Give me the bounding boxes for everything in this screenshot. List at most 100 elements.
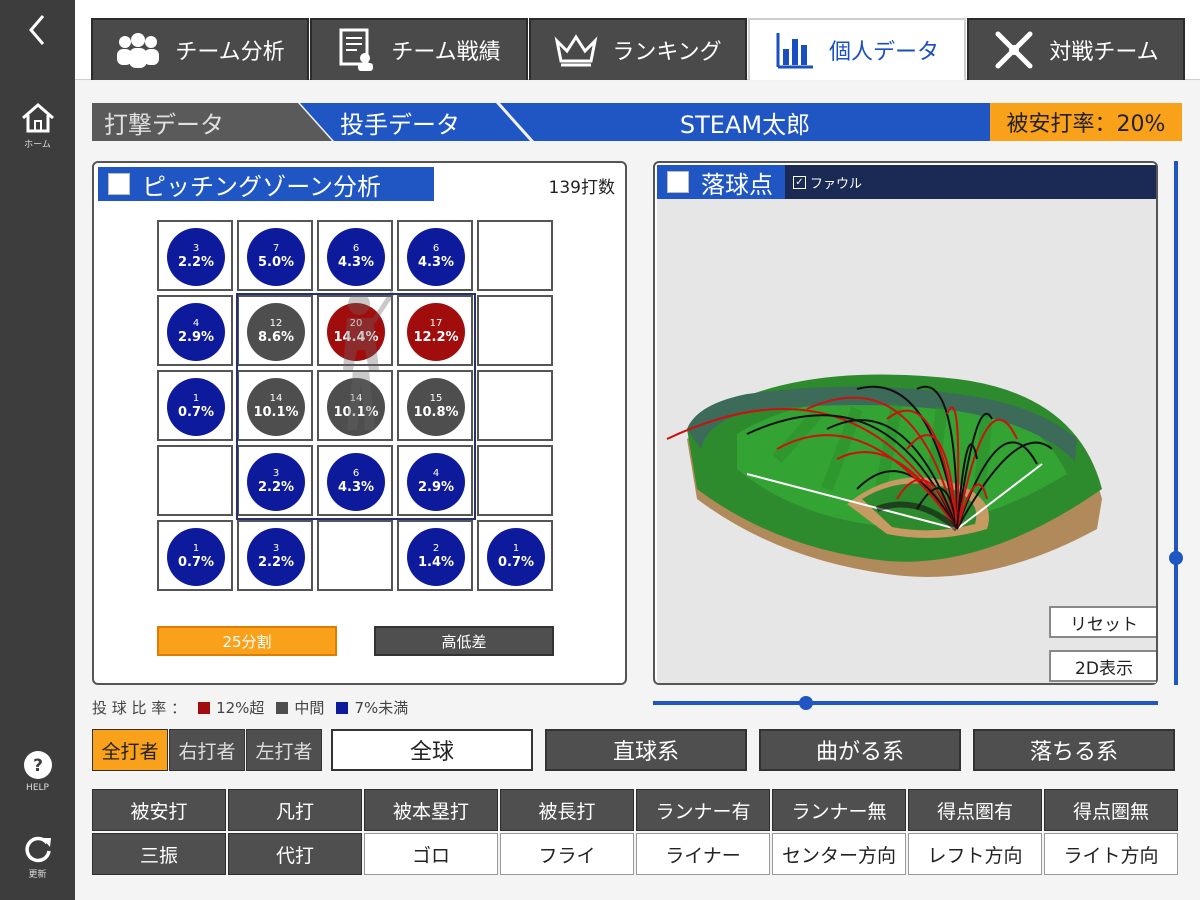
tab-personal-data[interactable]: 個人データ <box>748 18 966 80</box>
zone-cell[interactable]: 6 4.3% <box>317 445 393 516</box>
pitch-fastball-button[interactable]: 直球系 <box>545 729 747 771</box>
pitching-data-tab[interactable]: 投手データ <box>300 103 530 141</box>
result-filter-button[interactable]: 凡打 <box>228 789 362 831</box>
landing-point-label-wrap: 落球点 <box>657 165 785 199</box>
zone-cell[interactable]: 6 4.3% <box>397 220 473 291</box>
landing-point-checkbox[interactable] <box>667 171 689 193</box>
zone-count: 1 <box>192 393 200 404</box>
filter-right-batters[interactable]: 右打者 <box>169 729 245 771</box>
pitch-breaking-button[interactable]: 曲がる系 <box>759 729 961 771</box>
reset-button[interactable]: リセット <box>1049 606 1156 638</box>
tab-opponent-team[interactable]: 対戦チーム <box>967 18 1185 80</box>
result-filter-button[interactable]: センター方向 <box>772 833 906 875</box>
zone-cell[interactable] <box>477 220 553 291</box>
result-filter-button[interactable]: ランナー無 <box>772 789 906 831</box>
back-button[interactable] <box>0 12 75 48</box>
tab-bar: チーム分析 チーム戦績 ランキング 個人データ 対戦チーム <box>75 0 1200 80</box>
filter-all-batters[interactable]: 全打者 <box>92 729 168 771</box>
pitching-zone-panel: ピッチングゾーン分析 139打数 1 0.7% 2 1.4% 3 2.2% 1 0.7% 4 2.… <box>92 161 627 685</box>
filter-left-batters[interactable]: 左打者 <box>246 729 322 771</box>
home-button[interactable]: ホーム <box>0 102 75 150</box>
zone-cell[interactable]: 14 10.1% <box>237 370 313 441</box>
result-filter-button[interactable]: 得点圏有 <box>908 789 1042 831</box>
zone-cell[interactable]: 4 2.9% <box>157 295 233 366</box>
result-filter-button[interactable]: 被本塁打 <box>364 789 498 831</box>
help-button[interactable]: ? HELP <box>0 750 75 793</box>
tab-label: 個人データ <box>828 40 939 65</box>
tab-team-record[interactable]: チーム戦績 <box>310 18 528 80</box>
zone-cell[interactable]: 14 10.1% <box>317 370 393 441</box>
zone-cell[interactable] <box>477 370 553 441</box>
zone-cell[interactable]: 4 2.9% <box>397 445 473 516</box>
foul-toggle[interactable]: ✓ ファウル <box>793 173 862 192</box>
horizontal-slider-handle[interactable] <box>799 696 813 710</box>
help-caption: HELP <box>26 783 49 793</box>
zone-cell[interactable]: 3 2.2% <box>237 445 313 516</box>
zone-count-circle: 2 1.4% <box>407 528 465 586</box>
result-filter-button[interactable]: フライ <box>500 833 634 875</box>
zone-count: 3 <box>272 468 280 479</box>
view-2d-button[interactable]: 2D表示 <box>1049 650 1156 682</box>
result-filter-button[interactable]: ゴロ <box>364 833 498 875</box>
refresh-caption: 更新 <box>28 870 47 880</box>
pitch-dropping-button[interactable]: 落ちる系 <box>973 729 1175 771</box>
batting-data-tab[interactable]: 打撃データ <box>92 103 332 141</box>
main-area: チーム分析 チーム戦績 ランキング 個人データ 対戦チーム 打撃データ 投手デー… <box>75 0 1200 900</box>
zone-percent: 2.9% <box>177 330 215 345</box>
refresh-button[interactable]: 更新 <box>0 834 75 880</box>
content-area: 打撃データ 投手データ STEAM太郎 被安打率：20% ピッチングゾーン分析 … <box>75 81 1200 900</box>
foul-check-icon: ✓ <box>793 175 806 189</box>
result-filter-button[interactable]: ランナー有 <box>636 789 770 831</box>
landing-point-title: 落球点 <box>701 170 773 199</box>
ball-landing-3d-view[interactable]: リセット 2D表示 <box>657 199 1156 683</box>
zone-cell[interactable]: 1 0.7% <box>477 520 553 591</box>
split-25-button[interactable]: 25分割 <box>157 626 337 656</box>
result-filter-button[interactable]: ライト方向 <box>1044 833 1178 875</box>
hit-rate-badge: 被安打率：20% <box>990 103 1182 141</box>
result-filter-button[interactable]: 代打 <box>228 833 362 875</box>
zone-count-circle: 12 8.6% <box>247 303 305 361</box>
zone-cell[interactable]: 6 4.3% <box>317 220 393 291</box>
zone-cell[interactable]: 15 10.8% <box>397 370 473 441</box>
zone-cell[interactable] <box>317 520 393 591</box>
zone-cell[interactable]: 17 12.2% <box>397 295 473 366</box>
zone-cell[interactable] <box>477 295 553 366</box>
zone-cell[interactable]: 1 0.7% <box>157 520 233 591</box>
result-filter-button[interactable]: 被長打 <box>500 789 634 831</box>
help-icon: ? <box>23 751 52 779</box>
result-filter-button[interactable]: ライナー <box>636 833 770 875</box>
legend-middle: 中間 <box>294 699 325 717</box>
zone-cell[interactable]: 12 8.6% <box>237 295 313 366</box>
zone-cell[interactable] <box>477 445 553 516</box>
zone-cell[interactable]: 1 0.7% <box>157 370 233 441</box>
zone-percent: 10.8% <box>413 405 459 420</box>
legend-under: 7%未満 <box>354 699 409 717</box>
pitching-zone-checkbox[interactable] <box>108 173 130 195</box>
result-filter-button[interactable]: 三振 <box>92 833 226 875</box>
zone-cell[interactable]: 7 5.0% <box>237 220 313 291</box>
zone-count-circle: 3 2.2% <box>167 228 225 286</box>
zone-percent: 14.4% <box>333 330 379 345</box>
vertical-slider-track[interactable] <box>1174 161 1178 685</box>
zone-count: 4 <box>192 318 200 329</box>
horizontal-slider-track[interactable] <box>653 701 1158 705</box>
result-filter-button[interactable]: 被安打 <box>92 789 226 831</box>
vertical-slider-handle[interactable] <box>1169 551 1183 565</box>
tab-team-analysis[interactable]: チーム分析 <box>91 18 309 80</box>
result-filter-button[interactable]: 得点圏無 <box>1044 789 1178 831</box>
left-rail: ホーム ? HELP 更新 <box>0 0 75 900</box>
ratio-legend: 投 球 比 率 ： 12%超 中間 7%未満 <box>92 697 408 718</box>
zone-count: 6 <box>352 468 360 479</box>
zone-cell[interactable]: 20 14.4% <box>317 295 393 366</box>
zone-cell[interactable]: 2 1.4% <box>397 520 473 591</box>
zone-count-circle: 15 10.8% <box>407 378 465 436</box>
legend-prefix: 投 球 比 率 ： <box>92 699 187 717</box>
height-diff-button[interactable]: 高低差 <box>374 626 554 656</box>
zone-cell[interactable]: 3 2.2% <box>157 220 233 291</box>
tab-ranking[interactable]: ランキング <box>529 18 747 80</box>
zone-cell[interactable] <box>157 445 233 516</box>
zone-cell[interactable]: 3 2.2% <box>237 520 313 591</box>
zone-grid: 1 0.7% 2 1.4% 3 2.2% 1 0.7% 4 2.9% 6 4.3% 3 2.2% 15 10.… <box>157 220 557 594</box>
pitch-all-button[interactable]: 全球 <box>331 729 533 771</box>
result-filter-button[interactable]: レフト方向 <box>908 833 1042 875</box>
